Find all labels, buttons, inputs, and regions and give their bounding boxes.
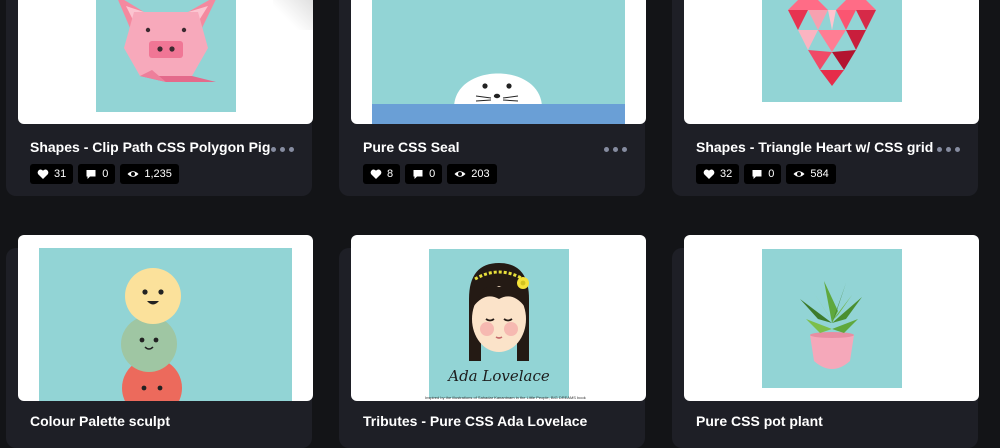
comment-icon [752, 170, 762, 179]
comment-button[interactable]: 0 [78, 164, 116, 184]
pen-stats: 32 0 584 [696, 164, 836, 184]
pot-plant-artwork [762, 249, 902, 388]
comment-count: 0 [768, 168, 775, 180]
ice-cream-artwork [39, 248, 292, 401]
comment-count: 0 [429, 168, 436, 180]
pen-card: Pure CSS pot plant [672, 235, 979, 448]
pen-title[interactable]: Shapes - Triangle Heart w/ CSS grid [696, 139, 933, 155]
pen-caption: Inspired by the illustrations of Sahadar… [425, 395, 586, 400]
preview-corner-shadow [273, 0, 313, 30]
like-button[interactable]: 31 [30, 164, 74, 184]
ice-cream-illustration [121, 268, 182, 401]
views-stat[interactable]: 1,235 [120, 164, 179, 184]
comment-button[interactable]: 0 [744, 164, 782, 184]
pen-stats: 8 0 203 [363, 164, 497, 184]
comment-button[interactable]: 0 [405, 164, 443, 184]
pen-title[interactable]: Shapes - Clip Path CSS Polygon Pig [30, 139, 270, 155]
heart-icon [37, 169, 49, 179]
like-count: 8 [387, 168, 394, 180]
comment-icon [413, 170, 423, 179]
ada-lovelace-signature: Ada Lovelace [448, 367, 550, 385]
like-button[interactable]: 8 [363, 164, 401, 184]
seal-illustration [372, 73, 625, 124]
pen-preview[interactable] [18, 235, 313, 401]
pen-card: Ada Lovelace Inspired by the illustratio… [339, 235, 646, 448]
pen-card: Pure CSS Seal 8 0 203 [339, 0, 646, 196]
eye-icon [127, 171, 139, 177]
seal-artwork [372, 0, 625, 124]
views-stat[interactable]: 584 [786, 164, 836, 184]
like-button[interactable]: 32 [696, 164, 740, 184]
view-count: 1,235 [144, 168, 172, 180]
eye-icon [454, 171, 466, 177]
like-count: 31 [54, 168, 67, 180]
pen-title[interactable]: Colour Palette sculpt [30, 413, 170, 429]
pen-card: Shapes - Clip Path CSS Polygon Pig 31 0 … [6, 0, 313, 196]
pen-title[interactable]: Tributes - Pure CSS Ada Lovelace [363, 413, 587, 429]
pen-card: Shapes - Triangle Heart w/ CSS grid 32 0… [672, 0, 979, 196]
comment-count: 0 [102, 168, 109, 180]
more-dots-icon[interactable] [603, 144, 627, 154]
ada-lovelace-artwork: Ada Lovelace [429, 249, 569, 398]
pot-plant-illustration [800, 281, 862, 369]
pen-title[interactable]: Pure CSS pot plant [696, 413, 823, 429]
comment-icon [86, 170, 96, 179]
more-dots-icon[interactable] [270, 144, 294, 154]
pen-preview[interactable]: Ada Lovelace Inspired by the illustratio… [351, 235, 646, 401]
pen-preview[interactable] [684, 235, 979, 401]
pen-preview[interactable] [684, 0, 979, 124]
pig-illustration [118, 0, 216, 82]
pen-preview[interactable] [351, 0, 646, 124]
heart-icon [703, 169, 715, 179]
view-count: 584 [810, 168, 829, 180]
eye-icon [793, 171, 805, 177]
views-stat[interactable]: 203 [447, 164, 497, 184]
more-dots-icon[interactable] [936, 144, 960, 154]
heart-artwork [762, 0, 902, 102]
pen-card: Colour Palette sculpt [6, 235, 313, 448]
pig-artwork [96, 0, 236, 112]
view-count: 203 [471, 168, 490, 180]
pen-preview[interactable] [18, 0, 313, 124]
pen-stats: 31 0 1,235 [30, 164, 179, 184]
like-count: 32 [720, 168, 733, 180]
pen-title[interactable]: Pure CSS Seal [363, 139, 460, 155]
heart-icon [370, 169, 382, 179]
triangle-heart-illustration [788, 0, 876, 86]
